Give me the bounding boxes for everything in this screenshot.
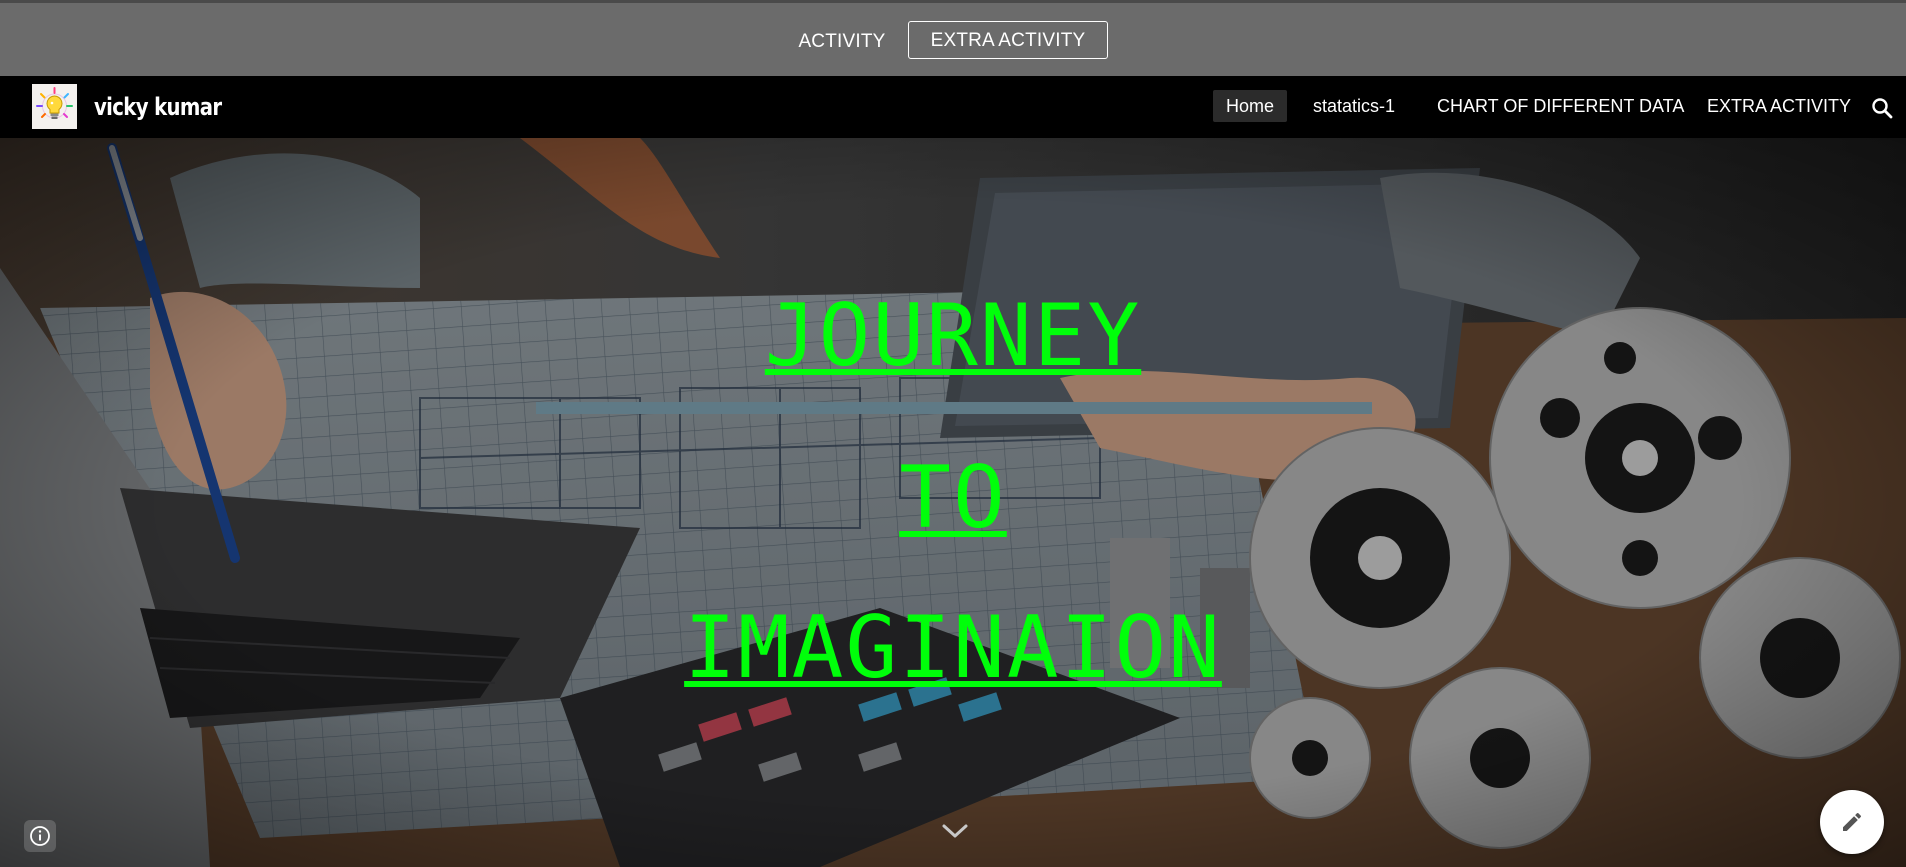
hero-divider bbox=[536, 402, 1372, 414]
nav-item-chart-of-different-data[interactable]: CHART OF DIFFERENT DATA bbox=[1437, 90, 1684, 122]
main-nav: Home statatics-1 CHART OF DIFFERENT DATA… bbox=[0, 90, 1906, 124]
extra-activity-button[interactable]: EXTRA ACTIVITY bbox=[908, 21, 1108, 59]
nav-item-extra-activity[interactable]: EXTRA ACTIVITY bbox=[1707, 90, 1851, 122]
info-icon[interactable] bbox=[24, 820, 56, 852]
hero-title-line-1: JOURNEY bbox=[764, 286, 1142, 386]
activity-bar: ACTIVITY EXTRA ACTIVITY bbox=[0, 0, 1906, 76]
site-header: vicky kumar Home statatics-1 CHART OF DI… bbox=[0, 76, 1906, 138]
chevron-down-icon[interactable] bbox=[938, 818, 972, 844]
pencil-icon bbox=[1843, 812, 1862, 831]
nav-item-statatics[interactable]: statatics-1 bbox=[1313, 90, 1395, 122]
activity-link[interactable]: ACTIVITY bbox=[790, 23, 894, 61]
hero-title-line-2: TO bbox=[899, 448, 1007, 548]
edit-button[interactable] bbox=[1820, 790, 1884, 854]
nav-item-home[interactable]: Home bbox=[1213, 90, 1287, 122]
hero-title-line-3: IMAGINAION bbox=[684, 598, 1222, 698]
search-icon[interactable] bbox=[1870, 96, 1894, 120]
hero-banner: JOURNEY TO IMAGINAION bbox=[0, 138, 1906, 867]
